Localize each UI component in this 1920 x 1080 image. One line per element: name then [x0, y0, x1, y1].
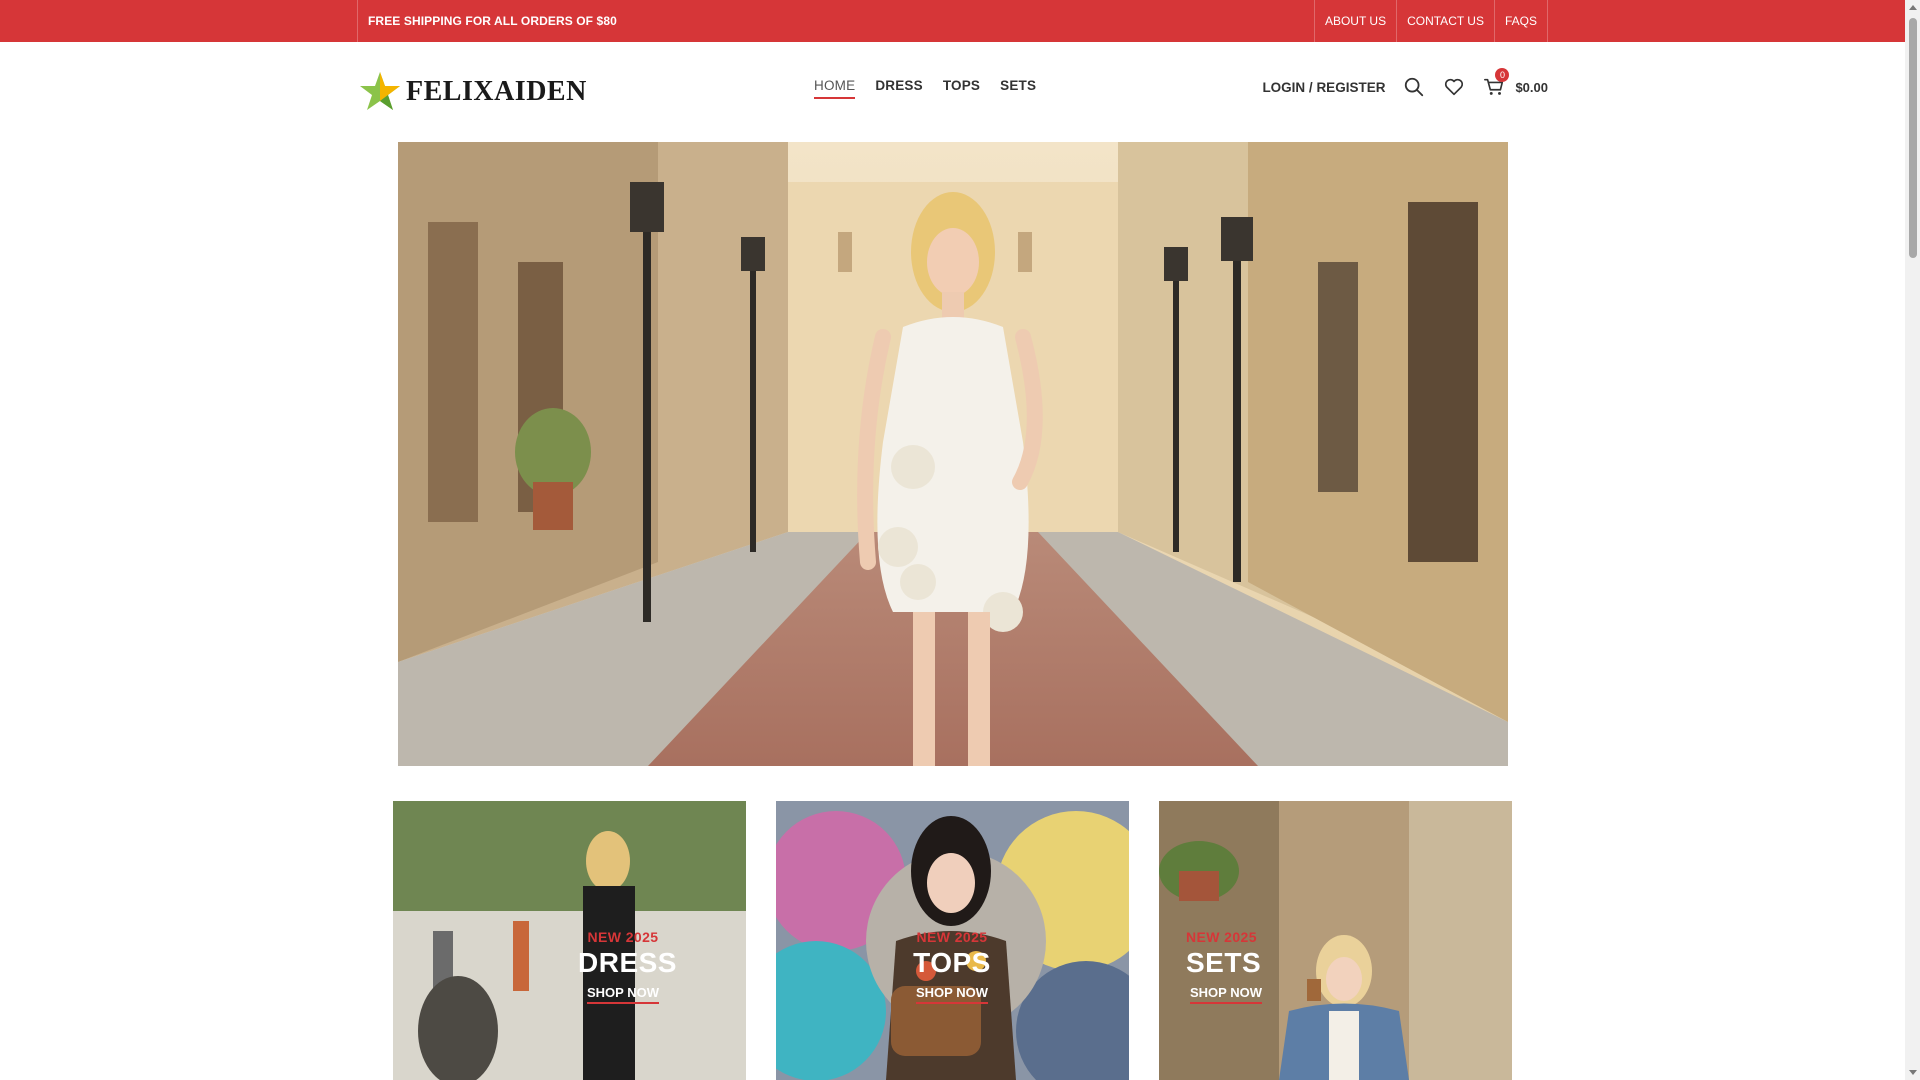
card-title: DRESS: [578, 947, 677, 978]
card-tag: NEW 2025: [587, 929, 659, 945]
top-bar: FREE SHIPPING FOR ALL ORDERS OF $80 ABOU…: [0, 0, 1905, 42]
tops-card-caption: NEW 2025 TOPS SHOP NOW: [892, 929, 1012, 1004]
card-tag: NEW 2025: [916, 929, 988, 945]
star-logo-icon: [360, 72, 400, 110]
category-card-dress[interactable]: NEW 2025 DRESS SHOP NOW: [393, 801, 746, 1080]
faqs-link[interactable]: FAQS: [1493, 0, 1548, 42]
shop-now-link[interactable]: SHOP NOW: [587, 985, 659, 1004]
nav-tops[interactable]: TOPS: [943, 78, 980, 97]
cart-count-badge: 0: [1495, 68, 1510, 82]
category-card-sets[interactable]: NEW 2025 SETS SHOP NOW: [1159, 801, 1512, 1080]
nav-sets[interactable]: SETS: [1000, 78, 1036, 97]
about-us-link[interactable]: ABOUT US: [1313, 0, 1396, 42]
top-bar-inner: FREE SHIPPING FOR ALL ORDERS OF $80 ABOU…: [357, 0, 1548, 42]
search-icon[interactable]: [1403, 76, 1425, 98]
scrollbar-thumb[interactable]: [1909, 18, 1917, 258]
sets-card-caption: NEW 2025 SETS SHOP NOW: [1186, 929, 1266, 1004]
card-title: SETS: [1186, 947, 1262, 978]
scroll-up-arrow-icon[interactable]: [1909, 5, 1917, 10]
shop-now-link[interactable]: SHOP NOW: [916, 985, 988, 1004]
contact-us-link[interactable]: CONTACT US: [1396, 0, 1494, 42]
hero-banner-image[interactable]: [398, 142, 1508, 766]
header-actions: LOGIN / REGISTER 0 $0.00: [1262, 68, 1548, 98]
shop-now-link[interactable]: SHOP NOW: [1190, 985, 1262, 1004]
dress-card-image: [393, 801, 746, 1080]
cart-button[interactable]: 0 $0.00: [1483, 68, 1548, 98]
card-title: TOPS: [913, 947, 991, 978]
site-logo[interactable]: FELIXAIDEN: [358, 70, 587, 114]
top-bar-links: ABOUT US CONTACT US FAQS: [1313, 0, 1548, 42]
cart-total: $0.00: [1515, 79, 1548, 95]
nav-dress[interactable]: DRESS: [875, 78, 923, 97]
main-header: FELIXAIDEN HOME DRESS TOPS SETS LOGIN / …: [0, 42, 1905, 142]
nav-home[interactable]: HOME: [814, 78, 856, 99]
hero-street-scene: [398, 142, 1508, 766]
logo-text: FELIXAIDEN: [406, 76, 587, 107]
scroll-down-arrow-icon[interactable]: [1909, 1070, 1917, 1075]
main-nav: HOME DRESS TOPS SETS: [814, 78, 1036, 99]
category-card-tops[interactable]: NEW 2025 TOPS SHOP NOW: [776, 801, 1129, 1080]
page-scrollbar[interactable]: [1905, 0, 1920, 1080]
dress-card-caption: NEW 2025 DRESS SHOP NOW: [578, 929, 677, 1004]
free-shipping-promo: FREE SHIPPING FOR ALL ORDERS OF $80: [357, 0, 617, 42]
heart-icon[interactable]: [1443, 76, 1465, 98]
card-tag: NEW 2025: [1186, 929, 1257, 945]
login-register-link[interactable]: LOGIN / REGISTER: [1262, 80, 1385, 95]
